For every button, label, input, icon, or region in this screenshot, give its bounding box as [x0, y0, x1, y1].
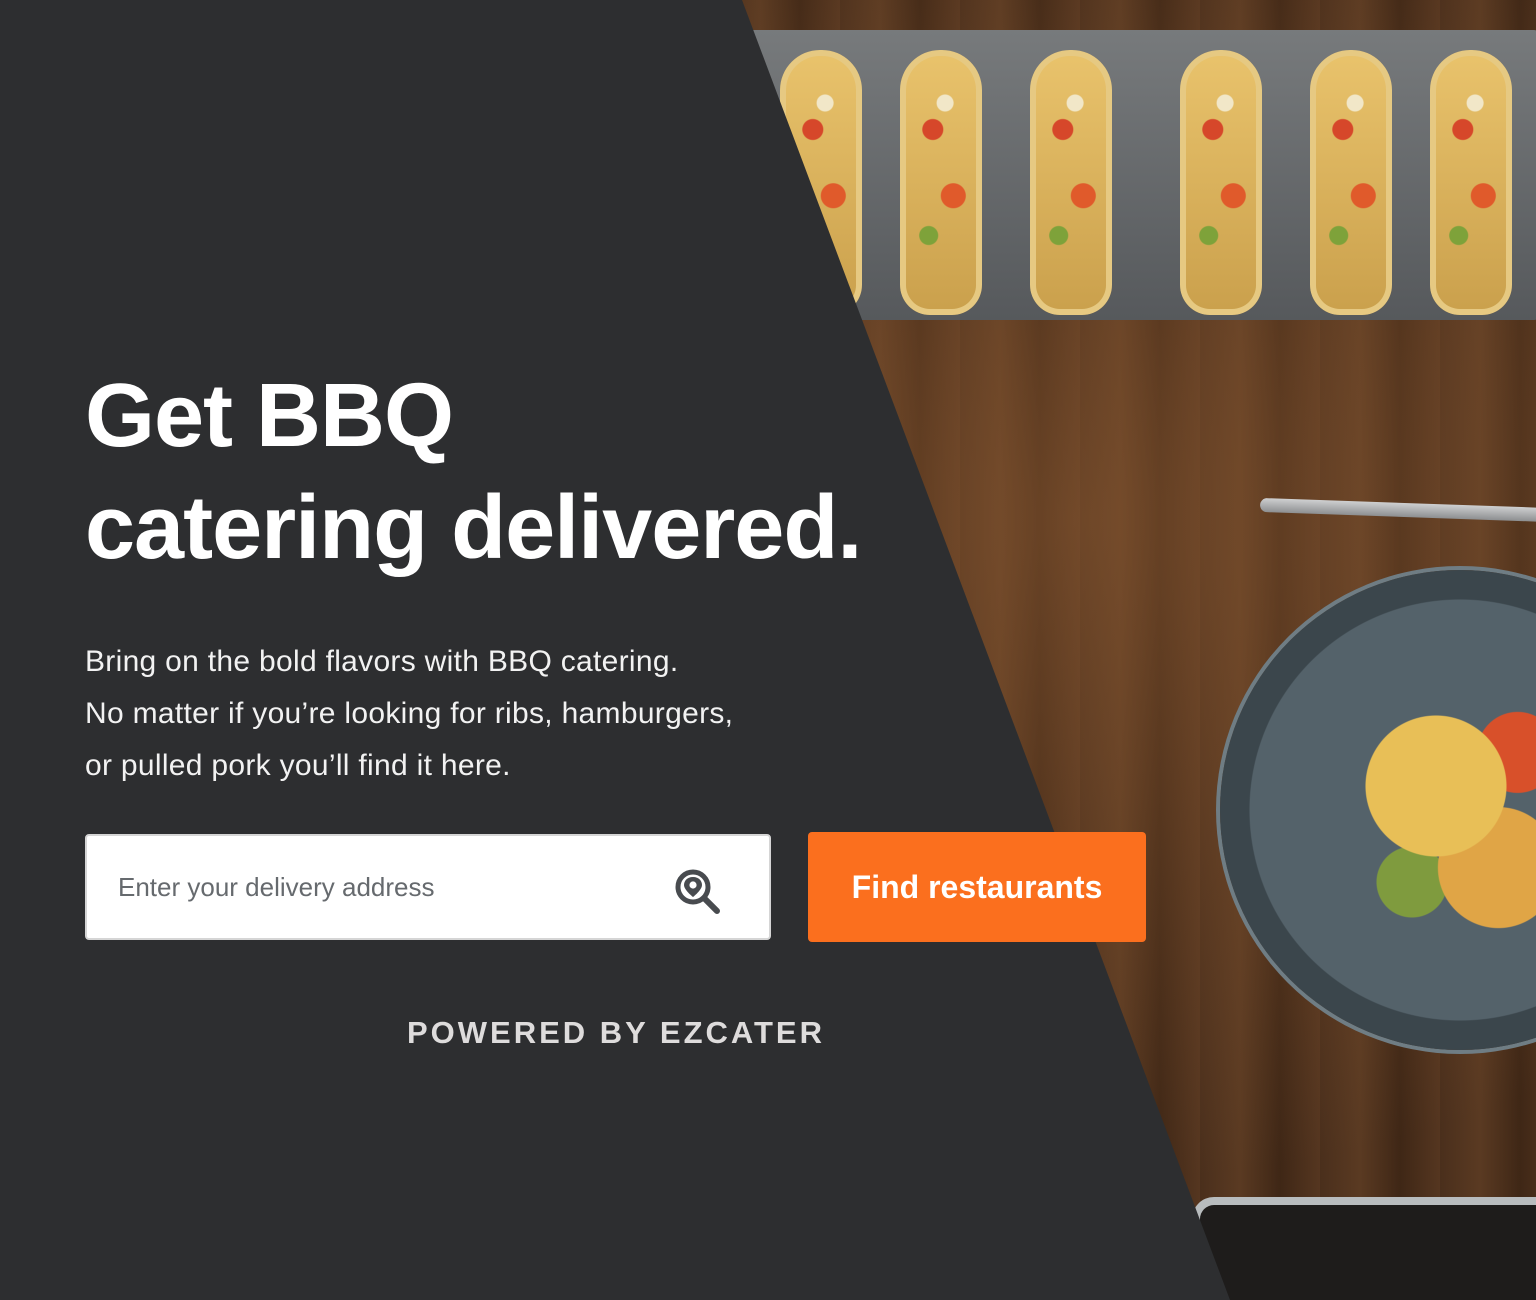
headline-line: catering delivered. [85, 478, 862, 578]
taco-plate [1220, 570, 1536, 1050]
address-field [85, 834, 771, 940]
description-line: or pulled pork you’ll find it here. [85, 749, 511, 782]
taco-tray [740, 30, 1536, 320]
address-search-form: Find restaurants [85, 832, 1146, 942]
hero-description: Bring on the bold flavors with BBQ cater… [85, 636, 1185, 792]
hero-content: Get BBQ catering delivered. Bring on the… [85, 360, 1185, 1050]
delivery-address-input[interactable] [87, 836, 769, 938]
description-line: No matter if you’re looking for ribs, ha… [85, 697, 734, 730]
find-restaurants-button[interactable]: Find restaurants [808, 832, 1146, 942]
location-search-icon[interactable] [673, 867, 721, 915]
taco [1310, 50, 1392, 315]
powered-by-label: POWERED BY EZCATER [407, 1015, 825, 1050]
taco [900, 50, 982, 315]
taco [1430, 50, 1512, 315]
headline-line: Get BBQ [85, 366, 454, 466]
taco [1030, 50, 1112, 315]
fork [1259, 497, 1536, 523]
description-line: Bring on the bold flavors with BBQ cater… [85, 645, 679, 678]
taco [1180, 50, 1262, 315]
page-title: Get BBQ catering delivered. [85, 360, 1185, 584]
bean-pan [1200, 1205, 1536, 1300]
catering-landing-page: Get BBQ catering delivered. Bring on the… [0, 0, 1536, 1300]
